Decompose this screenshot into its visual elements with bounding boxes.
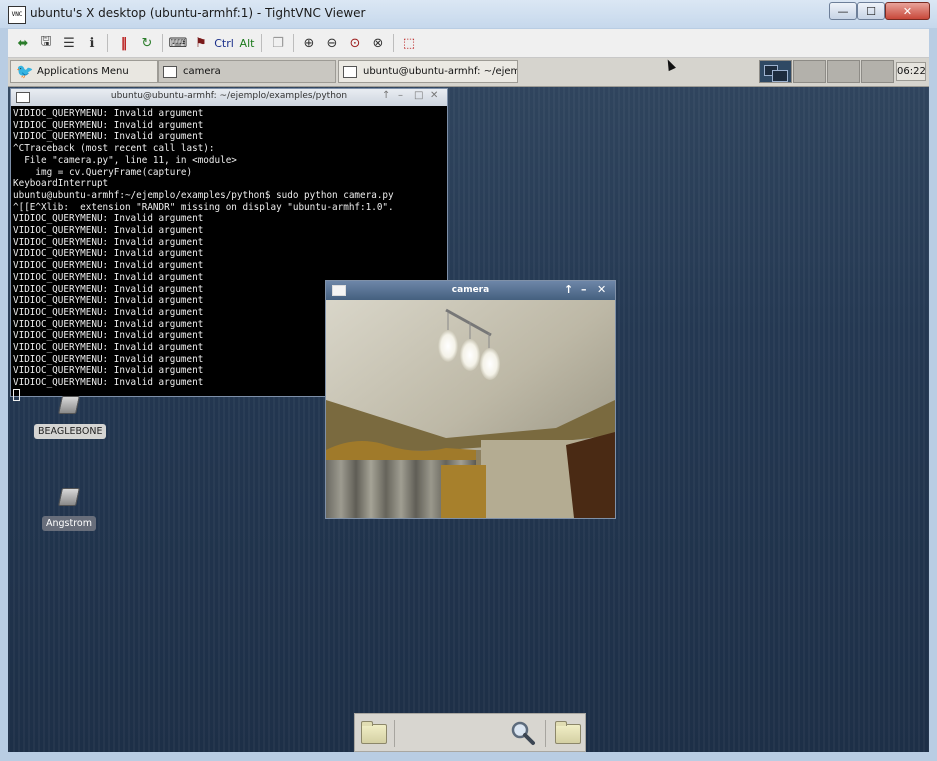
terminal-line: VIDIOC_QUERYMENU: Invalid argument <box>13 119 204 131</box>
vnc-titlebar[interactable]: VNC ubuntu's X desktop (ubuntu-armhf:1) … <box>0 0 937 28</box>
workspace-2[interactable] <box>793 60 826 83</box>
close-icon: ✕ <box>902 4 913 18</box>
clock[interactable]: 06:22 <box>896 62 926 81</box>
xfce-logo-icon: 🐦 <box>16 63 34 80</box>
desktop-icon-label: Angstrom <box>42 516 96 531</box>
minimize-button[interactable]: — <box>829 2 857 20</box>
terminal-line: ^CTraceback (most recent call last): <box>13 143 215 155</box>
terminal-line: ubuntu@ubuntu-armhf:~/ejemplo/examples/p… <box>13 189 394 201</box>
vnc-app-icon[interactable]: VNC <box>8 6 26 24</box>
close-button[interactable]: ✕ <box>597 283 606 296</box>
terminal-line: img = cv.QueryFrame(capture) <box>13 166 193 178</box>
camera-window[interactable]: camera ↑ – ✕ <box>325 280 616 519</box>
desktop-icon-angstrom[interactable]: Angstrom <box>34 488 104 531</box>
zoom-out-icon[interactable]: ⊖ <box>323 34 341 52</box>
desktop-icon-beaglebone[interactable]: BEAGLEBONE <box>34 396 107 439</box>
ctrl-key-button[interactable]: Ctrl <box>213 34 235 52</box>
vnc-viewer-window: VNC ubuntu's X desktop (ubuntu-armhf:1) … <box>0 0 937 761</box>
desktop-icon-label: BEAGLEBONE <box>34 424 107 439</box>
new-connection-icon[interactable]: ⬌ <box>14 34 32 52</box>
shade-button[interactable]: ↑ <box>382 90 390 101</box>
camera-titlebar[interactable]: camera ↑ – ✕ <box>326 281 615 300</box>
toolbar-separator <box>393 34 394 52</box>
applications-menu-button[interactable]: 🐦 Applications Menu <box>10 60 158 83</box>
terminal-line: VIDIOC_QUERYMENU: Invalid argument <box>13 248 204 260</box>
toolbar-separator <box>293 34 294 52</box>
toolbar-separator <box>162 34 163 52</box>
close-button[interactable]: ✕ <box>430 90 438 101</box>
window-icon <box>343 65 357 78</box>
terminal-line: VIDIOC_QUERYMENU: Invalid argument <box>13 260 204 272</box>
toolbar-separator <box>261 34 262 52</box>
workspace-4[interactable] <box>861 60 894 83</box>
ctrl-esc-icon[interactable]: ⚑ <box>192 34 210 52</box>
task-label: ubuntu@ubuntu-armhf: ~/ejemp... <box>363 66 517 77</box>
task-terminal[interactable]: ubuntu@ubuntu-armhf: ~/ejemp... <box>338 60 518 83</box>
alt-key-button[interactable]: Alt <box>238 34 256 52</box>
terminal-line: KeyboardInterrupt <box>13 178 109 190</box>
ctrl-alt-del-icon[interactable]: ⌨ <box>169 34 188 52</box>
window-icon <box>163 65 177 78</box>
close-button[interactable]: ✕ <box>885 2 930 20</box>
terminal-line: VIDIOC_QUERYMENU: Invalid argument <box>13 236 204 248</box>
copy-icon[interactable]: ❐ <box>269 34 287 52</box>
maximize-button[interactable]: □ <box>414 90 423 101</box>
maximize-button[interactable]: ☐ <box>857 2 885 20</box>
terminal-line: ^[[E^Xlib: extension "RANDR" missing on … <box>13 201 394 213</box>
pause-icon[interactable]: ‖ <box>115 34 133 52</box>
vnc-toolbar: ⬌ 🖫 ☰ ℹ ‖ ↻ ⌨ ⚑ Ctrl Alt ❐ ⊕ ⊖ ⊙ ⊗ ⬚ <box>8 29 929 58</box>
terminal-line: File "camera.py", line 11, in <module> <box>13 154 237 166</box>
task-label: camera <box>183 66 221 77</box>
zoom-fit-icon[interactable]: ⊗ <box>369 34 387 52</box>
options-icon[interactable]: ☰ <box>60 34 78 52</box>
applications-menu-label: Applications Menu <box>37 66 129 77</box>
workspace-3[interactable] <box>827 60 860 83</box>
info-icon[interactable]: ℹ <box>83 34 101 52</box>
zoom-in-icon[interactable]: ⊕ <box>300 34 318 52</box>
camera-frame-image <box>326 300 615 518</box>
search-icon[interactable] <box>510 720 536 746</box>
terminal-titlebar[interactable]: ubuntu@ubuntu-armhf: ~/ejemplo/examples/… <box>11 89 447 106</box>
toolbar-separator <box>107 34 108 52</box>
bottom-panel <box>354 713 586 752</box>
task-camera[interactable]: camera <box>158 60 336 83</box>
minimize-button[interactable]: – <box>398 90 403 101</box>
taskbar: 🐦 Applications Menu camera ubuntu@ubuntu… <box>8 58 929 87</box>
terminal-line: VIDIOC_QUERYMENU: Invalid argument <box>13 108 204 119</box>
fullscreen-icon[interactable]: ⬚ <box>400 34 418 52</box>
workspace-switcher <box>759 60 895 83</box>
shade-button[interactable]: ↑ <box>564 283 573 296</box>
folder-icon[interactable] <box>361 721 387 744</box>
save-icon[interactable]: 🖫 <box>37 34 55 52</box>
terminal-line: VIDIOC_QUERYMENU: Invalid argument <box>13 225 204 237</box>
workspace-1[interactable] <box>759 60 792 83</box>
drive-icon <box>58 488 80 506</box>
remote-desktop[interactable]: 🐦 Applications Menu camera ubuntu@ubuntu… <box>8 58 929 752</box>
drive-icon <box>58 396 80 414</box>
panel-separator <box>394 720 395 747</box>
zoom-100-icon[interactable]: ⊙ <box>346 34 364 52</box>
panel-separator <box>545 720 546 747</box>
terminal-line: VIDIOC_QUERYMENU: Invalid argument <box>13 213 204 225</box>
minimize-icon: — <box>837 4 849 18</box>
refresh-icon[interactable]: ↻ <box>138 34 156 52</box>
maximize-icon: ☐ <box>866 4 876 18</box>
minimize-button[interactable]: – <box>581 283 587 296</box>
window-title: ubuntu's X desktop (ubuntu-armhf:1) - Ti… <box>30 6 366 20</box>
terminal-line: VIDIOC_QUERYMENU: Invalid argument <box>13 131 204 143</box>
folder-icon[interactable] <box>555 721 581 744</box>
